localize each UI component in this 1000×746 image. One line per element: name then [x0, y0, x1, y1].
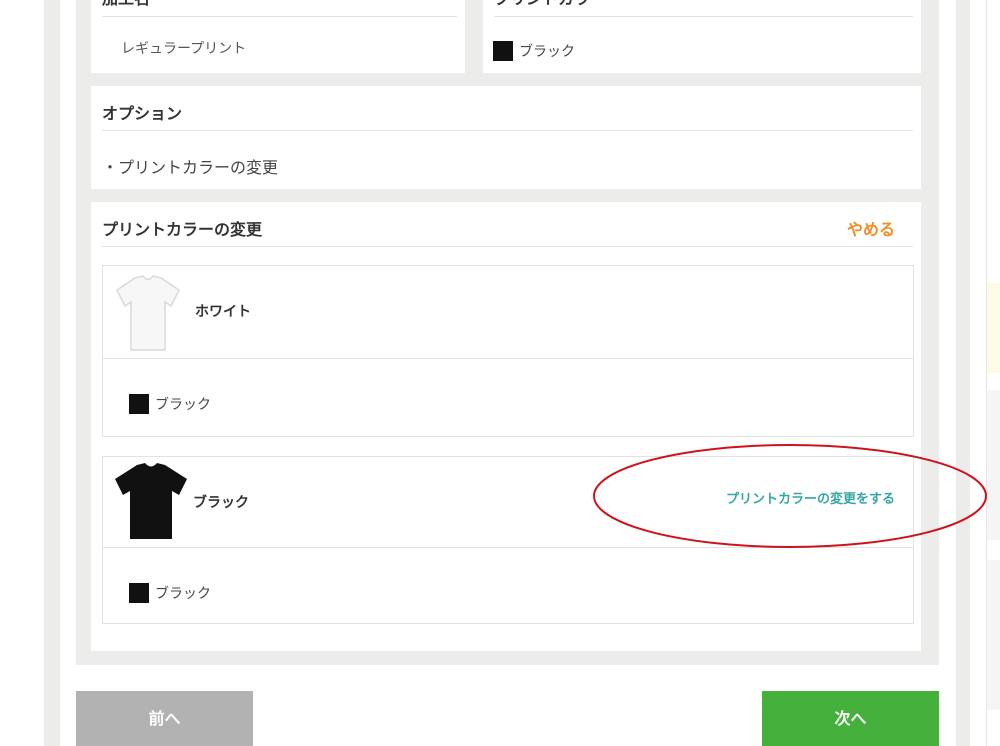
- print-method-value: レギュラープリント: [121, 41, 247, 57]
- divider: [103, 358, 913, 359]
- order-panel: 加工名 レギュラープリント プリントカラー ブラック オプション ・プリントカラ…: [76, 0, 939, 665]
- right-gutter: [956, 0, 970, 746]
- color-change-card: プリントカラーの変更 やめる ホワイト ブラック ブラック プリントカラーの変更…: [91, 202, 921, 651]
- color-change-title: プリントカラーの変更: [102, 220, 263, 239]
- print-method-title: 加工名: [102, 0, 150, 9]
- shirt-print-color-label: ブラック: [155, 396, 211, 413]
- color-swatch: [129, 393, 149, 414]
- shirt-item-name: ブラック: [193, 495, 249, 511]
- options-title: オプション: [102, 104, 183, 123]
- prev-button[interactable]: 前へ: [76, 691, 253, 746]
- adjacent-panel-highlight: [987, 283, 1000, 373]
- print-color-label: ブラック: [519, 43, 575, 60]
- shirt-item-name: ホワイト: [195, 304, 251, 320]
- next-button[interactable]: 次へ: [762, 691, 939, 746]
- print-color-card: プリントカラー ブラック: [483, 0, 921, 73]
- adjacent-panel-edge: [986, 0, 1000, 746]
- color-swatch: [493, 40, 513, 61]
- color-swatch: [129, 582, 149, 603]
- options-card: オプション ・プリントカラーの変更: [91, 86, 921, 189]
- divider: [102, 16, 457, 17]
- divider: [102, 130, 913, 131]
- left-gutter: [44, 0, 60, 746]
- print-color-title: プリントカラー: [494, 0, 606, 9]
- cancel-link[interactable]: やめる: [847, 216, 895, 240]
- adjacent-panel-block: [987, 560, 1000, 710]
- white-tshirt-icon: [116, 275, 180, 351]
- annotation-ellipse: [593, 444, 987, 548]
- black-tshirt-icon: [115, 463, 187, 539]
- print-color-value: ブラック: [493, 40, 575, 61]
- shirt-item: ホワイト ブラック: [102, 265, 914, 437]
- divider: [102, 246, 913, 247]
- shirt-print-color-label: ブラック: [155, 585, 211, 602]
- print-method-card: 加工名 レギュラープリント: [91, 0, 465, 73]
- divider: [494, 16, 913, 17]
- shirt-print-color: ブラック: [129, 582, 211, 603]
- shirt-print-color: ブラック: [129, 393, 211, 414]
- option-item: ・プリントカラーの変更: [102, 158, 279, 177]
